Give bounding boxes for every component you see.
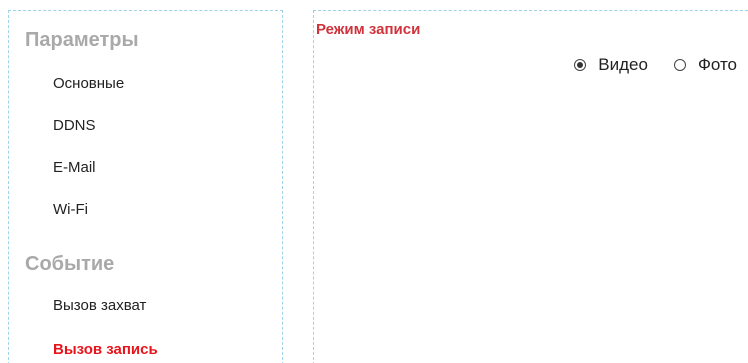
sidebar-item-call-capture[interactable]: Вызов захват <box>53 297 146 314</box>
radio-video[interactable]: Видео <box>574 55 648 75</box>
sidebar-item-ddns[interactable]: DDNS <box>53 117 96 134</box>
radio-unselected-icon[interactable] <box>673 59 686 71</box>
section-title: Режим записи <box>316 21 421 38</box>
radio-photo-label: Фото <box>697 55 737 74</box>
group-title-event: Событие <box>25 253 115 275</box>
sidebar: Параметры Основные DDNS E-Mail Wi-Fi Соб… <box>8 10 283 363</box>
sidebar-item-call-record[interactable]: Вызов запись <box>53 341 158 358</box>
main-content: Режим записи Видео Фото <box>313 10 748 363</box>
radio-video-label: Видео <box>598 55 648 74</box>
sidebar-item-wifi[interactable]: Wi-Fi <box>53 201 88 218</box>
sidebar-item-general[interactable]: Основные <box>53 75 124 92</box>
group-title-parameters: Параметры <box>25 29 139 51</box>
radio-photo[interactable]: Фото <box>673 55 737 75</box>
radio-selected-icon[interactable] <box>574 59 587 71</box>
settings-page: Параметры Основные DDNS E-Mail Wi-Fi Соб… <box>0 0 748 363</box>
sidebar-item-email[interactable]: E-Mail <box>53 159 96 176</box>
record-mode-radio-group: Видео Фото <box>574 55 737 75</box>
